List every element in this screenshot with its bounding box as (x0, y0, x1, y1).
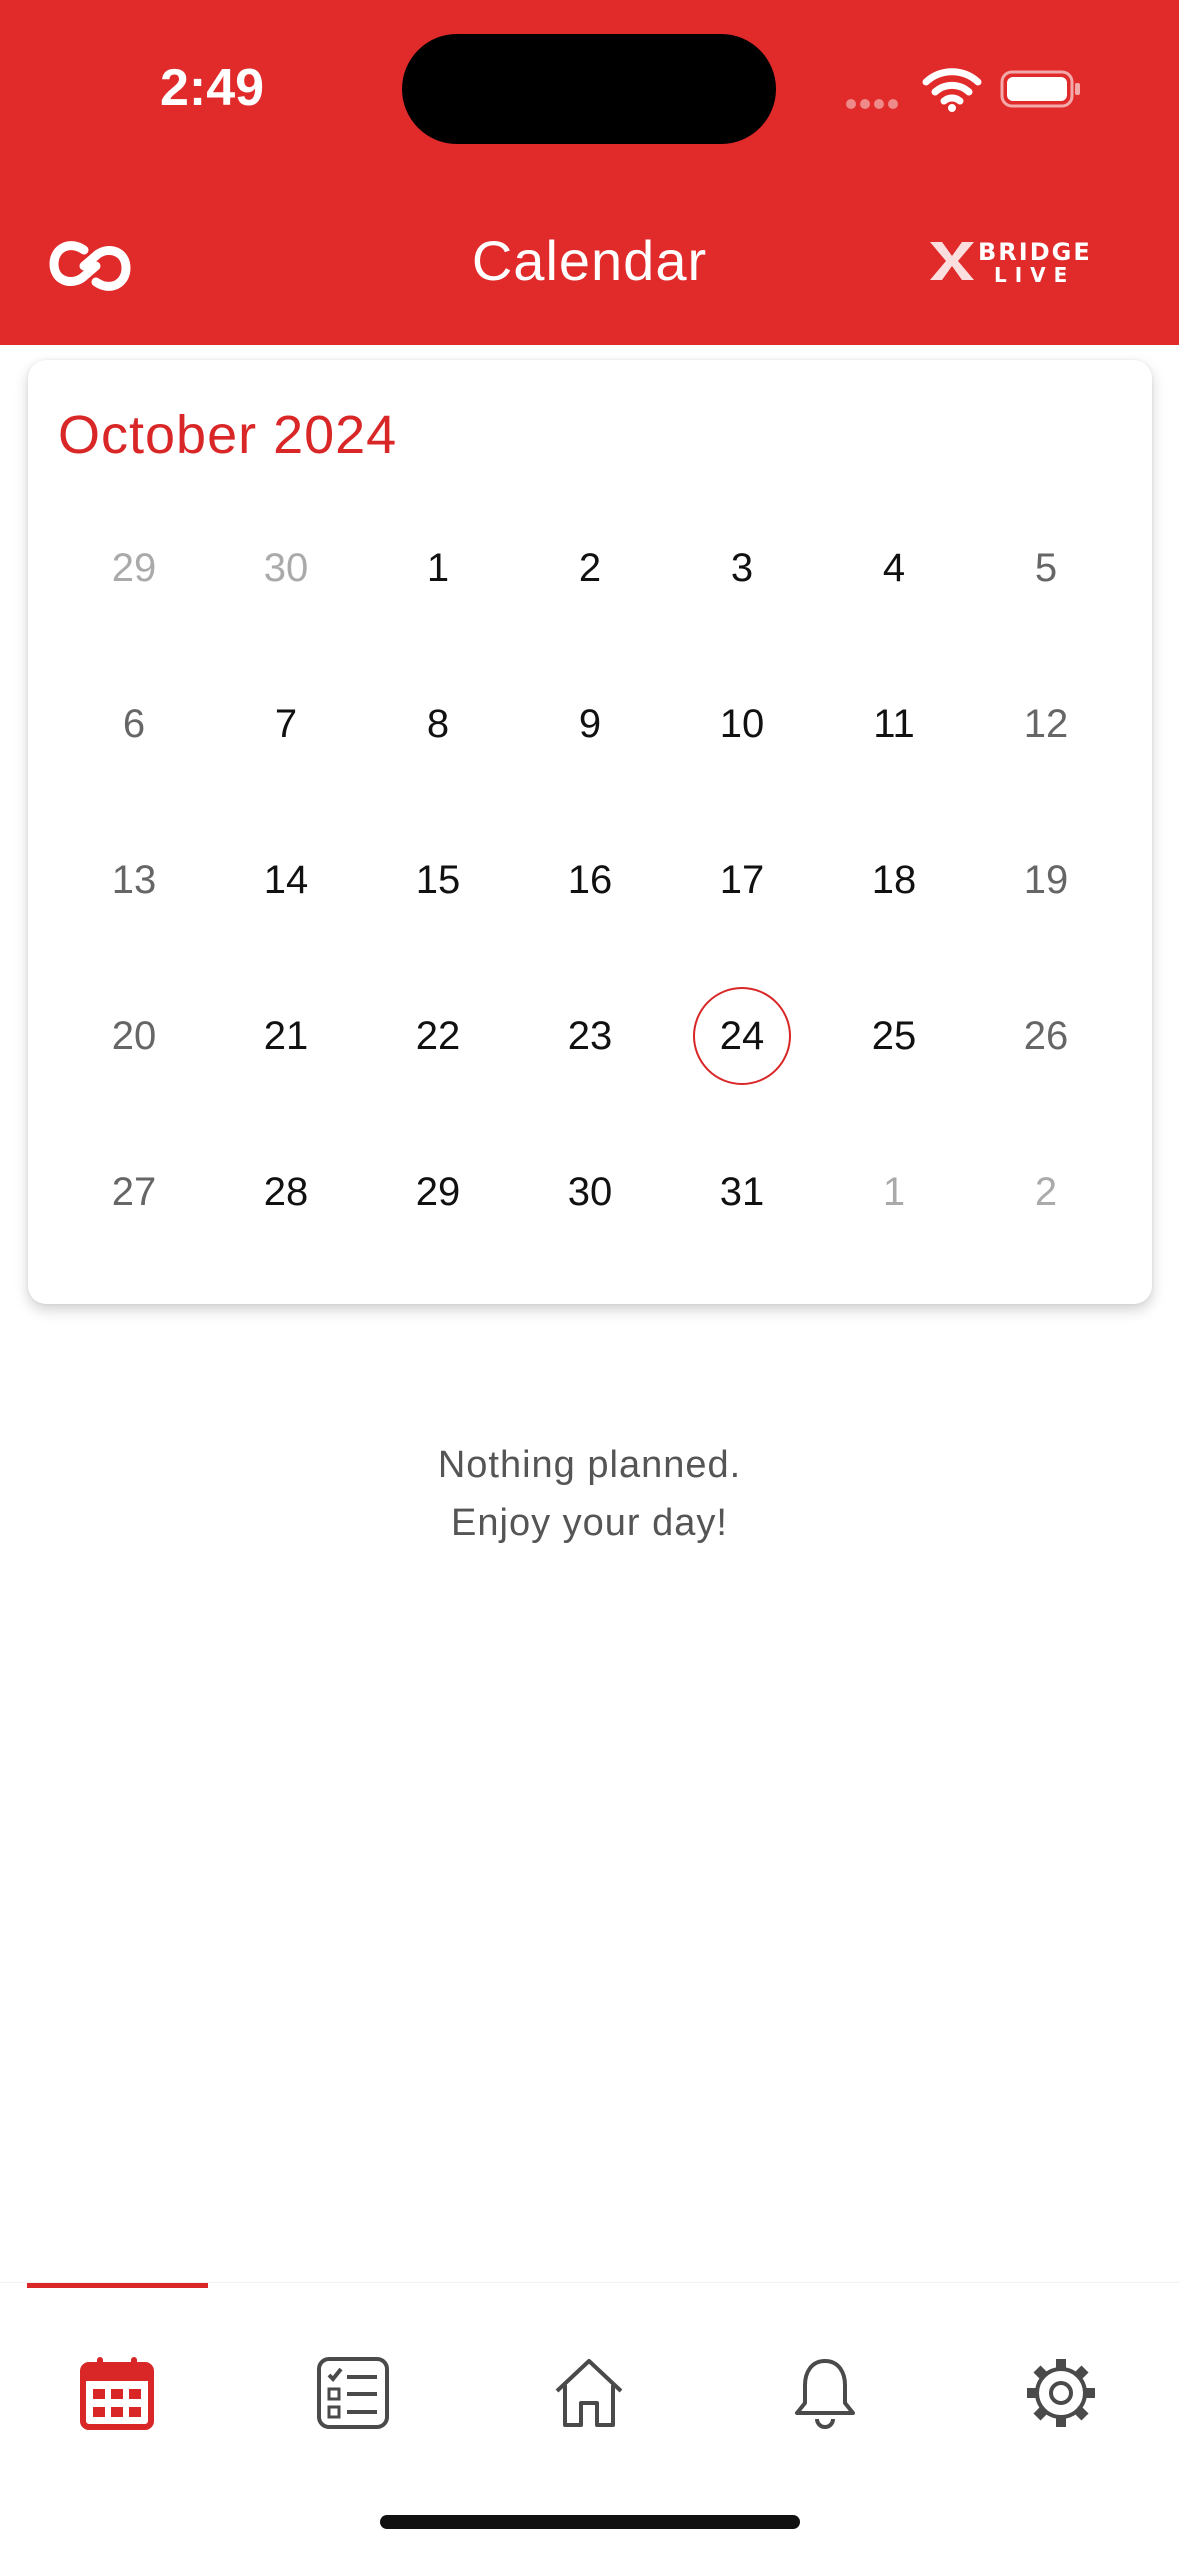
calendar-day-label: 14 (263, 857, 309, 902)
calendar-day-label: 11 (873, 701, 915, 746)
status-time: 2:49 (160, 59, 265, 117)
empty-state-message: Nothing planned. Enjoy your day! (0, 1436, 1179, 1552)
home-icon (555, 2359, 623, 2427)
calendar-day-label: 6 (122, 701, 146, 746)
calendar-day[interactable]: 19 (970, 802, 1122, 958)
home-indicator[interactable] (380, 2515, 800, 2529)
tab-bar (0, 2282, 1179, 2483)
checklist-icon (317, 2357, 389, 2429)
empty-state-line-2: Enjoy your day! (451, 1502, 728, 1544)
active-tab-indicator (27, 2283, 208, 2288)
bell-icon (795, 2359, 855, 2429)
calendar-day-label: 1 (426, 545, 450, 590)
calendar-day[interactable]: 16 (514, 802, 666, 958)
calendar-day-label: 31 (719, 1169, 765, 1214)
calendar-day[interactable]: 1 (818, 1114, 970, 1270)
calendar-day-label: 1 (882, 1169, 906, 1214)
calendar-day-label: 4 (882, 545, 906, 590)
app-header: 2:49 Calendar BRIDGE LIVE (0, 0, 1179, 345)
svg-text:LIVE: LIVE (994, 263, 1075, 286)
calendar-day-label: 7 (274, 701, 298, 746)
day-grid: 29 30 1 2 3 4 5 6 7 8 9 10 11 12 13 14 15 16 17 18 19 20 21 22 2… (58, 490, 1122, 1270)
calendar-day[interactable]: 2 (514, 490, 666, 646)
gear-icon (1027, 2359, 1095, 2427)
calendar-day[interactable]: 7 (210, 646, 362, 802)
calendar-day-label: 13 (111, 857, 157, 902)
battery-icon (1000, 70, 1080, 108)
calendar-day[interactable]: 6 (58, 646, 210, 802)
calendar-day-label: 19 (1023, 857, 1069, 902)
calendar-day[interactable]: 13 (58, 802, 210, 958)
tab-calendar[interactable] (57, 2333, 177, 2453)
calendar-day[interactable]: 22 (362, 958, 514, 1114)
calendar-card: October 2024 29 30 1 2 3 4 5 6 7 8 9 10 11 12 13 14 15 16… (28, 360, 1152, 1304)
calendar-day-label: 20 (111, 1013, 157, 1058)
empty-state-line-1: Nothing planned. (437, 1444, 742, 1486)
calendar-day[interactable]: 5 (970, 490, 1122, 646)
month-title[interactable]: October 2024 (58, 404, 397, 466)
calendar-day[interactable]: 26 (970, 958, 1122, 1114)
calendar-day[interactable]: 31 (666, 1114, 818, 1270)
calendar-day-label: 30 (567, 1169, 613, 1214)
calendar-day-today[interactable]: 24 (666, 958, 818, 1114)
calendar-day-label: 18 (871, 857, 917, 902)
calendar-day[interactable]: 20 (58, 958, 210, 1114)
svg-text:BRIDGE: BRIDGE (978, 238, 1092, 266)
tab-home[interactable] (529, 2333, 649, 2453)
calendar-day[interactable]: 15 (362, 802, 514, 958)
calendar-day[interactable]: 30 (514, 1114, 666, 1270)
calendar-day[interactable]: 2 (970, 1114, 1122, 1270)
calendar-day-label: 30 (263, 545, 309, 590)
calendar-day-label: 12 (1023, 701, 1069, 746)
calendar-day[interactable]: 30 (210, 490, 362, 646)
calendar-day[interactable]: 14 (210, 802, 362, 958)
dynamic-island (402, 34, 776, 144)
calendar-day-label: 26 (1023, 1013, 1069, 1058)
cellular-signal-icon (846, 96, 902, 114)
calendar-day[interactable]: 27 (58, 1114, 210, 1270)
calendar-day[interactable]: 29 (362, 1114, 514, 1270)
calendar-day-label: 23 (567, 1013, 613, 1058)
calendar-day-label: 25 (871, 1013, 917, 1058)
calendar-day-label: 27 (111, 1169, 157, 1214)
calendar-day-label: 10 (719, 701, 765, 746)
calendar-day-label: 21 (263, 1013, 309, 1058)
calendar-day[interactable]: 10 (666, 646, 818, 802)
bridge-live-logo: BRIDGE LIVE (930, 238, 1092, 286)
calendar-day[interactable]: 11 (818, 646, 970, 802)
calendar-day-label: 16 (567, 857, 613, 902)
calendar-day-label: 5 (1034, 545, 1058, 590)
calendar-day-label: 28 (263, 1169, 309, 1214)
calendar-day[interactable]: 8 (362, 646, 514, 802)
tab-tasks[interactable] (293, 2333, 413, 2453)
calendar-day[interactable]: 21 (210, 958, 362, 1114)
calendar-day[interactable]: 29 (58, 490, 210, 646)
calendar-day-label: 2 (1034, 1169, 1058, 1214)
calendar-day[interactable]: 25 (818, 958, 970, 1114)
calendar-day[interactable]: 12 (970, 646, 1122, 802)
calendar-day-label: 15 (415, 857, 461, 902)
calendar-icon (80, 2357, 154, 2430)
calendar-day-label: 22 (415, 1013, 461, 1058)
calendar-day-label: 9 (578, 701, 602, 746)
calendar-day-label: 3 (730, 545, 754, 590)
calendar-day[interactable]: 1 (362, 490, 514, 646)
calendar-day-label: 24 (693, 987, 791, 1085)
calendar-day-label: 2 (578, 545, 602, 590)
tab-notifications[interactable] (765, 2333, 885, 2453)
calendar-day[interactable]: 18 (818, 802, 970, 958)
calendar-day[interactable]: 23 (514, 958, 666, 1114)
calendar-day-label: 17 (719, 857, 765, 902)
wifi-icon (922, 68, 982, 112)
calendar-day-label: 29 (415, 1169, 461, 1214)
calendar-day[interactable]: 9 (514, 646, 666, 802)
calendar-day[interactable]: 28 (210, 1114, 362, 1270)
calendar-day-label: 8 (426, 701, 450, 746)
calendar-day-label: 29 (111, 545, 157, 590)
calendar-day[interactable]: 3 (666, 490, 818, 646)
calendar-day[interactable]: 17 (666, 802, 818, 958)
calendar-day[interactable]: 4 (818, 490, 970, 646)
tab-settings[interactable] (1001, 2333, 1121, 2453)
